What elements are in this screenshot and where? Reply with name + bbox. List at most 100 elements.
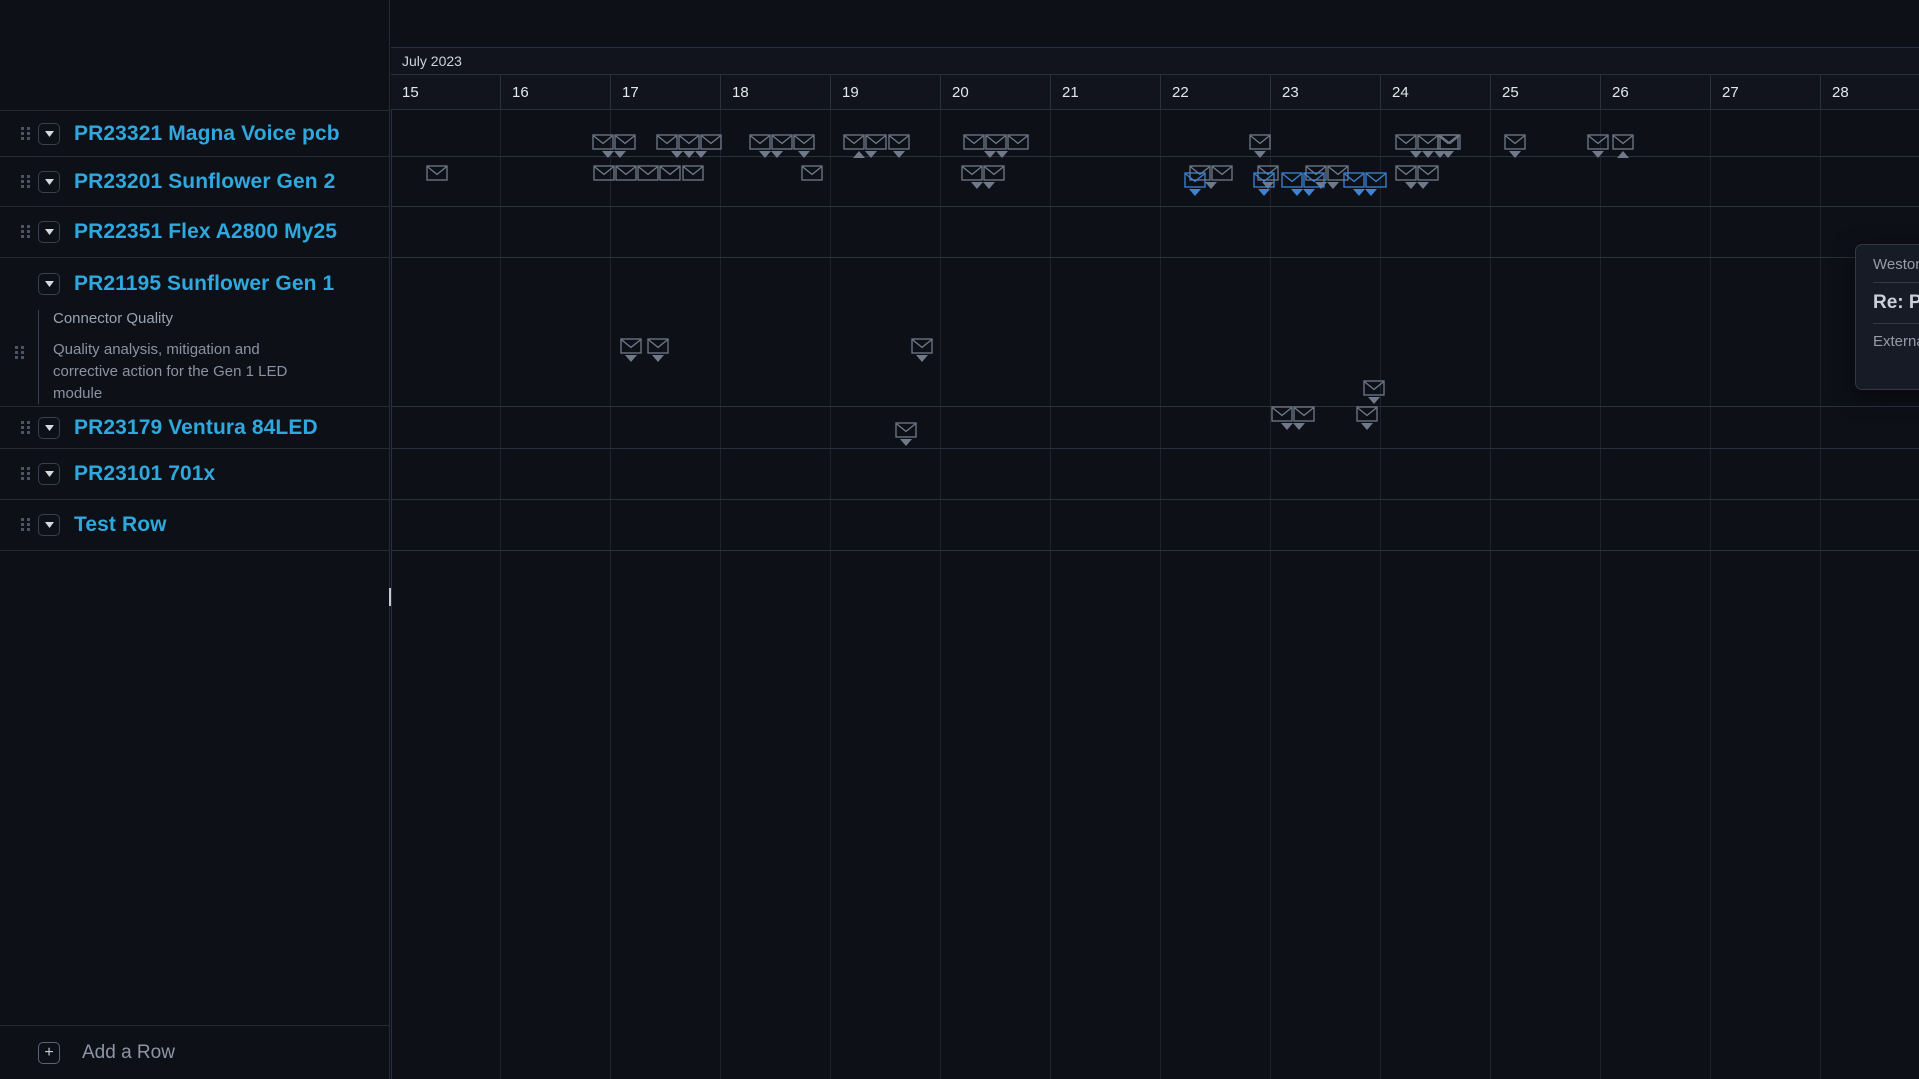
envelope-icon[interactable] [1184,172,1206,188]
email-marker-group[interactable] [843,134,887,158]
envelope-icon[interactable] [1587,134,1609,150]
envelope-icon[interactable] [1395,165,1417,181]
email-marker-group[interactable] [656,134,722,158]
project-row[interactable]: PR23321 Magna Voice pcb [0,110,390,157]
drag-handle-icon[interactable] [12,126,38,141]
email-marker-group[interactable] [749,134,793,158]
email-marker-group[interactable] [1587,134,1609,158]
project-row[interactable]: PR23101 701x [0,449,390,500]
email-marker-group[interactable] [1363,380,1385,404]
project-row-expanded[interactable]: PR21195 Sunflower Gen 1 Connector Qualit… [0,258,390,407]
email-marker-group[interactable] [1504,134,1526,158]
email-marker-group[interactable] [801,165,823,181]
envelope-icon[interactable] [771,134,793,150]
envelope-icon[interactable] [1007,134,1029,150]
chevron-down-icon[interactable] [38,416,60,439]
envelope-icon[interactable] [1253,172,1275,188]
envelope-icon[interactable] [656,134,678,150]
drag-handle-icon[interactable] [12,420,38,435]
envelope-icon[interactable] [1417,165,1439,181]
chevron-down-icon[interactable] [38,514,60,536]
envelope-icon[interactable] [895,422,917,438]
drag-handle-icon[interactable] [12,467,38,481]
envelope-icon[interactable] [1211,165,1233,181]
email-marker-group[interactable] [1249,134,1271,158]
envelope-icon[interactable] [1356,406,1378,422]
envelope-icon[interactable] [620,338,642,354]
tooltip-show-more-link[interactable]: Show More... [1856,360,1919,377]
email-marker-group[interactable] [1184,172,1206,196]
envelope-icon[interactable] [647,338,669,354]
email-marker-group[interactable] [682,165,704,181]
email-marker-group[interactable] [961,165,1005,189]
chevron-down-icon[interactable] [38,221,60,243]
project-row[interactable]: Test Row [0,500,390,551]
email-marker-group[interactable] [593,165,681,181]
envelope-icon[interactable] [963,134,985,150]
envelope-icon[interactable] [700,134,722,150]
envelope-icon[interactable] [1363,380,1385,396]
email-marker-group[interactable] [1612,134,1634,158]
envelope-icon[interactable] [659,165,681,181]
email-marker-group[interactable] [1343,172,1387,196]
envelope-icon[interactable] [961,165,983,181]
envelope-icon[interactable] [1343,172,1365,188]
email-marker-group[interactable] [620,338,642,362]
email-marker-group[interactable] [1253,172,1275,196]
envelope-icon[interactable] [592,134,614,150]
drag-handle-icon[interactable] [12,225,38,239]
project-row[interactable]: PR22351 Flex A2800 My25 [0,207,390,258]
chevron-down-icon[interactable] [38,170,60,193]
envelope-icon[interactable] [678,134,700,150]
plus-icon[interactable]: + [38,1041,60,1064]
email-preview-tooltip[interactable]: Weston Horner Mon July 24, 2023 - 1:57 P… [1855,244,1919,390]
email-marker-group[interactable] [911,338,933,362]
email-marker-group[interactable] [888,134,910,158]
envelope-icon[interactable] [865,134,887,150]
email-marker-group[interactable] [1271,406,1315,430]
envelope-icon[interactable] [1365,172,1387,188]
envelope-icon[interactable] [985,134,1007,150]
envelope-icon[interactable] [1504,134,1526,150]
email-marker-group[interactable] [1356,406,1378,430]
add-row-button[interactable]: + Add a Row [0,1025,390,1079]
envelope-icon[interactable] [1437,134,1459,150]
drag-handle-icon[interactable] [12,518,38,532]
envelope-icon[interactable] [1395,134,1417,150]
envelope-icon[interactable] [888,134,910,150]
email-marker-group[interactable] [1281,172,1325,196]
email-marker-group[interactable] [963,134,1029,158]
envelope-icon[interactable] [615,165,637,181]
chevron-down-icon[interactable] [38,463,60,485]
envelope-icon[interactable] [1271,406,1293,422]
envelope-icon[interactable] [682,165,704,181]
email-marker-group[interactable] [647,338,669,362]
email-marker-group[interactable] [1437,134,1459,158]
project-row[interactable]: PR23201 Sunflower Gen 2 [0,157,390,207]
envelope-icon[interactable] [1612,134,1634,150]
email-marker-group[interactable] [793,134,815,158]
envelope-icon[interactable] [749,134,771,150]
email-marker-group[interactable] [1395,165,1439,189]
envelope-icon[interactable] [637,165,659,181]
envelope-icon[interactable] [1303,172,1325,188]
envelope-icon[interactable] [983,165,1005,181]
drag-handle-icon[interactable] [0,310,38,404]
chevron-down-icon[interactable] [38,122,60,145]
envelope-icon[interactable] [1249,134,1271,150]
envelope-icon[interactable] [793,134,815,150]
envelope-icon[interactable] [1293,406,1315,422]
chevron-down-icon[interactable] [38,273,60,295]
drag-handle-icon[interactable] [12,174,38,189]
envelope-icon[interactable] [1417,134,1439,150]
envelope-icon[interactable] [843,134,865,150]
envelope-icon[interactable] [614,134,636,150]
envelope-icon[interactable] [1281,172,1303,188]
email-marker-group[interactable] [895,422,917,446]
envelope-icon[interactable] [426,165,448,181]
project-row[interactable]: PR23179 Ventura 84LED [0,407,390,449]
envelope-icon[interactable] [911,338,933,354]
email-marker-group[interactable] [592,134,636,158]
email-marker-group[interactable] [426,165,448,181]
envelope-icon[interactable] [593,165,615,181]
